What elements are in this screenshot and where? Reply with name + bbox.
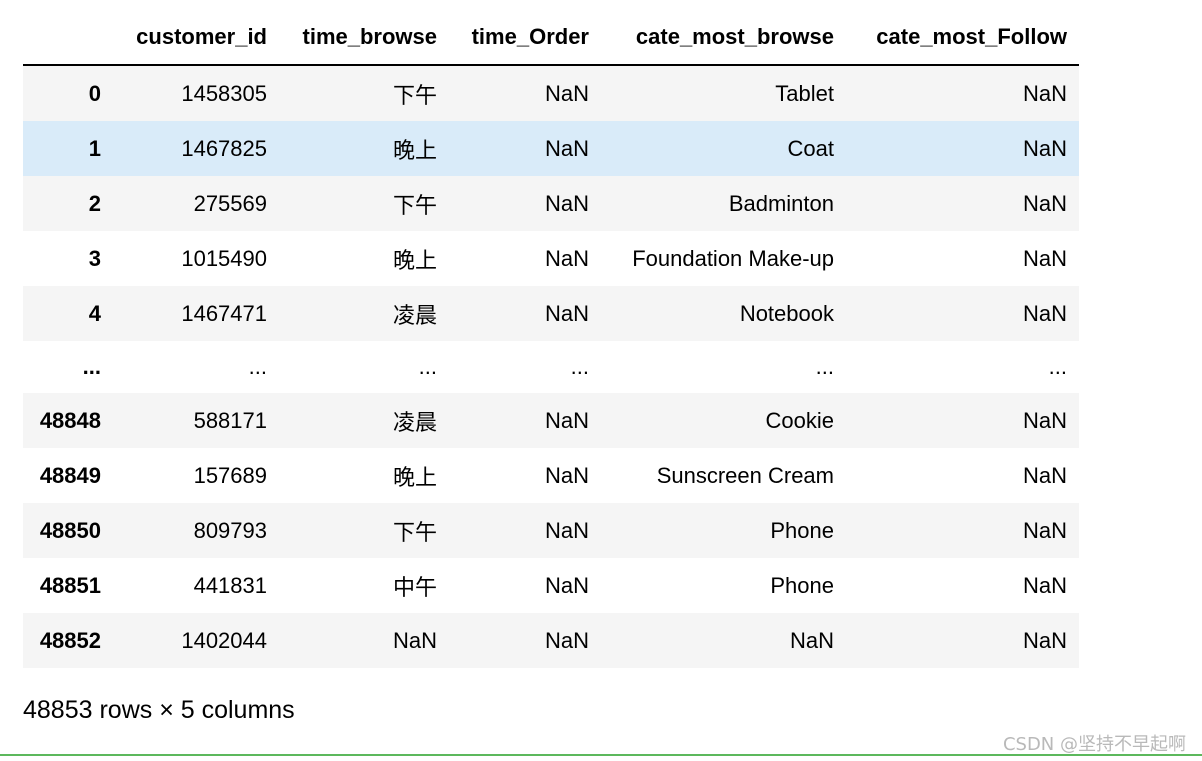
cell-time-browse: NaN bbox=[392, 627, 437, 653]
table-row: 1 1467825 晚上 NaN Coat NaN bbox=[23, 121, 1079, 176]
row-index: 3 bbox=[88, 245, 101, 271]
cell-customer-id: 275569 bbox=[193, 190, 267, 216]
cell-time-browse: 晚上 bbox=[392, 247, 437, 273]
cell-time-order: NaN bbox=[544, 245, 589, 271]
cell-cate-most-follow: NaN bbox=[1022, 135, 1067, 161]
row-index: 1 bbox=[88, 135, 101, 161]
cell-cate-most-follow: NaN bbox=[1022, 190, 1067, 216]
header-index bbox=[23, 10, 113, 66]
cell-time-order: NaN bbox=[544, 572, 589, 598]
cell-time-browse: 晚上 bbox=[392, 137, 437, 163]
table-row: 2 275569 下午 NaN Badminton NaN bbox=[23, 176, 1079, 231]
cell-cate-most-follow: NaN bbox=[1022, 407, 1067, 433]
cell-customer-id: 1467471 bbox=[181, 300, 267, 326]
table-row: 4 1467471 凌晨 NaN Notebook NaN bbox=[23, 286, 1079, 341]
cell-time-browse: 凌晨 bbox=[392, 409, 437, 435]
cell-cate-most-follow: NaN bbox=[1022, 517, 1067, 543]
cell-cate-most-browse: Coat bbox=[787, 135, 834, 161]
cell-time-browse: 凌晨 bbox=[392, 302, 437, 328]
row-index: 48850 bbox=[39, 517, 101, 543]
cell-customer-id: ... bbox=[248, 354, 267, 379]
ellipsis-row: .................. bbox=[23, 341, 1079, 393]
cell-customer-id: 1458305 bbox=[181, 80, 267, 106]
cell-time-order: NaN bbox=[544, 190, 589, 216]
table-row: 48850 809793 下午 NaN Phone NaN bbox=[23, 503, 1079, 558]
row-index: 48851 bbox=[39, 572, 101, 598]
cell-time-browse: 下午 bbox=[392, 192, 437, 218]
table-summary: 48853 rows × 5 columns bbox=[23, 696, 295, 724]
cell-time-browse: 下午 bbox=[392, 519, 437, 545]
table-row: 48851 441831 中午 NaN Phone NaN bbox=[23, 558, 1079, 613]
table-row: 3 1015490 晚上 NaN Foundation Make-up NaN bbox=[23, 231, 1079, 286]
table-row: 48848 588171 凌晨 NaN Cookie NaN bbox=[23, 393, 1079, 448]
header-cate-most-follow: cate_most_Follow bbox=[846, 10, 1079, 66]
cell-cate-most-browse: Notebook bbox=[739, 300, 834, 326]
row-index: 48849 bbox=[39, 462, 101, 488]
cell-cate-most-browse: Tablet bbox=[775, 80, 834, 106]
cell-cate-most-follow: NaN bbox=[1022, 300, 1067, 326]
cell-time-order: NaN bbox=[544, 407, 589, 433]
header-time-browse: time_browse bbox=[279, 10, 449, 66]
cell-cate-most-browse: Cookie bbox=[765, 407, 834, 433]
cell-cate-most-browse: ... bbox=[815, 354, 834, 379]
cell-time-order: NaN bbox=[544, 80, 589, 106]
header-row: customer_id time_browse time_Order cate_… bbox=[23, 10, 1079, 66]
cell-cate-most-browse: Sunscreen Cream bbox=[656, 462, 834, 488]
cell-cate-most-browse: Foundation Make-up bbox=[632, 245, 834, 271]
cell-cate-most-follow: ... bbox=[1048, 354, 1067, 379]
cell-time-browse: 中午 bbox=[392, 574, 437, 600]
cell-customer-id: 157689 bbox=[193, 462, 267, 488]
cell-time-order: NaN bbox=[544, 462, 589, 488]
cell-time-order: NaN bbox=[544, 135, 589, 161]
row-index: ... bbox=[82, 354, 101, 379]
table-body: 0 1458305 下午 NaN Tablet NaN 1 1467825 晚上 NaN Coat N… bbox=[23, 65, 1079, 668]
cell-cate-most-browse: Phone bbox=[770, 572, 834, 598]
header-time-order: time_Order bbox=[449, 10, 601, 66]
row-index: 48852 bbox=[39, 627, 101, 653]
cell-customer-id: 441831 bbox=[193, 572, 267, 598]
cell-cate-most-browse: NaN bbox=[789, 627, 834, 653]
cell-time-order: NaN bbox=[544, 517, 589, 543]
dataframe-table: customer_id time_browse time_Order cate_… bbox=[23, 10, 1079, 668]
table-row: 48852 1402044 NaN NaN NaN NaN bbox=[23, 613, 1079, 668]
cell-time-order: ... bbox=[570, 354, 589, 379]
cell-customer-id: 1402044 bbox=[181, 627, 267, 653]
cell-cate-most-follow: NaN bbox=[1022, 245, 1067, 271]
header-cate-most-browse: cate_most_browse bbox=[601, 10, 846, 66]
table-row: 0 1458305 下午 NaN Tablet NaN bbox=[23, 65, 1079, 121]
cell-cate-most-follow: NaN bbox=[1022, 572, 1067, 598]
row-index: 48848 bbox=[39, 407, 101, 433]
cell-cate-most-browse: Badminton bbox=[728, 190, 834, 216]
cell-cate-most-follow: NaN bbox=[1022, 462, 1067, 488]
cell-customer-id: 588171 bbox=[193, 407, 267, 433]
cell-time-browse: 晚上 bbox=[392, 464, 437, 490]
cell-cate-most-browse: Phone bbox=[770, 517, 834, 543]
table-row: 48849 157689 晚上 NaN Sunscreen Cream NaN bbox=[23, 448, 1079, 503]
bottom-divider bbox=[0, 754, 1202, 756]
cell-time-browse: 下午 bbox=[392, 82, 437, 108]
cell-time-browse: ... bbox=[418, 354, 437, 379]
cell-customer-id: 1467825 bbox=[181, 135, 267, 161]
row-index: 0 bbox=[88, 80, 101, 106]
dataframe-output: customer_id time_browse time_Order cate_… bbox=[23, 10, 1079, 668]
cell-customer-id: 809793 bbox=[193, 517, 267, 543]
header-customer-id: customer_id bbox=[113, 10, 279, 66]
row-index: 4 bbox=[88, 300, 101, 326]
cell-time-order: NaN bbox=[544, 300, 589, 326]
row-index: 2 bbox=[88, 190, 101, 216]
cell-time-order: NaN bbox=[544, 627, 589, 653]
cell-customer-id: 1015490 bbox=[181, 245, 267, 271]
cell-cate-most-follow: NaN bbox=[1022, 627, 1067, 653]
watermark: CSDN @坚持不早起啊 bbox=[1002, 734, 1186, 755]
table-header: customer_id time_browse time_Order cate_… bbox=[23, 10, 1079, 66]
cell-cate-most-follow: NaN bbox=[1022, 80, 1067, 106]
